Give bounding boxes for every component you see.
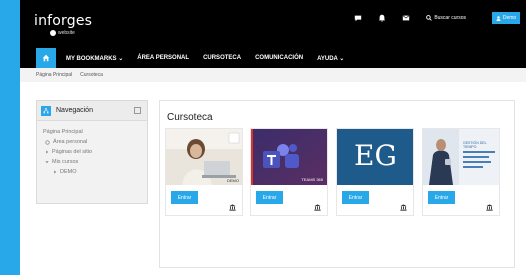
- nav-tree-home[interactable]: Página Principal: [43, 127, 141, 137]
- nav-cursoteca[interactable]: CURSOTECA: [203, 55, 241, 61]
- institution-icon: [229, 204, 236, 211]
- navigation-title: Navegación: [56, 107, 93, 114]
- enter-course-button[interactable]: Entrar: [256, 191, 283, 204]
- course-thumbnail-businessman[interactable]: GESTIÓN DEL TIEMPO: [423, 129, 499, 185]
- institution-icon: [400, 204, 407, 211]
- navigation-block-header: Navegación: [37, 101, 147, 121]
- dashboard-icon: [45, 139, 50, 145]
- course-caption: EG: [354, 139, 397, 172]
- institution-icon: [486, 204, 493, 211]
- enter-course-button[interactable]: Entrar: [428, 191, 455, 204]
- course-thumbnail-teams[interactable]: TEAMS 365: [251, 129, 327, 185]
- caret-right-icon: [54, 170, 57, 174]
- logo-mark-icon: [50, 30, 56, 36]
- site-logo[interactable]: inforges website: [34, 14, 92, 36]
- caret-right-icon: [46, 150, 49, 154]
- nav-tree-demo[interactable]: DEMO: [43, 167, 141, 177]
- navigation-tree: Página Principal Área personal Páginas d…: [37, 121, 147, 183]
- course-card: TEAMS 365 Entrar: [250, 128, 328, 216]
- course-card: GESTIÓN DEL TIEMPO Entrar: [422, 128, 500, 216]
- nav-ayuda[interactable]: AYUDA ⌄: [317, 55, 344, 62]
- nav-tree-mis-cursos[interactable]: Mis cursos: [43, 157, 141, 167]
- navigation-icon: [41, 105, 51, 116]
- top-icons: Buscar cursos: [354, 14, 466, 22]
- nav-area-personal[interactable]: ÁREA PERSONAL: [137, 55, 189, 61]
- navigation-block: Navegación Página Principal Área persona…: [36, 100, 148, 204]
- enter-course-button[interactable]: Entrar: [171, 191, 198, 204]
- collapse-icon[interactable]: [134, 107, 141, 114]
- nav-tree-paginas[interactable]: Páginas del sitio: [43, 147, 141, 157]
- course-thumbnail-woman-laptop[interactable]: DEMO: [166, 129, 242, 185]
- logo-sub: website: [58, 30, 75, 36]
- course-caption: DEMO: [227, 178, 239, 183]
- mail-icon[interactable]: [402, 14, 410, 22]
- caret-down-icon: [45, 161, 49, 164]
- top-header: inforges website Buscar cursos Demo: [20, 0, 526, 48]
- main-nav: MY BOOKMARKS ⌄ ÁREA PERSONAL CURSOTECA C…: [20, 48, 526, 68]
- course-card: EG Entrar: [336, 128, 414, 216]
- home-button[interactable]: [36, 48, 56, 68]
- nav-my-bookmarks[interactable]: MY BOOKMARKS ⌄: [66, 55, 123, 62]
- browser-page: inforges website Buscar cursos Demo MY B…: [20, 0, 526, 275]
- institution-icon: [314, 204, 321, 211]
- nav-comunicacion[interactable]: COMUNICACIÓN: [255, 55, 303, 61]
- page-title: Cursoteca: [167, 112, 213, 123]
- course-caption: TEAMS 365: [301, 177, 323, 182]
- breadcrumb-home[interactable]: Página Principal: [36, 72, 72, 78]
- logo-brand: inforges: [34, 13, 93, 29]
- breadcrumb-current[interactable]: Cursoteca: [80, 72, 103, 78]
- cursoteca-panel: Cursoteca DEMO Entrar TEAMS 365 Entrar E…: [159, 100, 515, 268]
- user-icon: [496, 15, 501, 21]
- search-icon: [426, 15, 433, 21]
- course-card: DEMO Entrar: [165, 128, 243, 216]
- bell-icon[interactable]: [378, 14, 386, 22]
- breadcrumb: Página Principal Cursoteca: [20, 68, 526, 82]
- user-menu-button[interactable]: Demo: [492, 12, 520, 24]
- enter-course-button[interactable]: Entrar: [342, 191, 369, 204]
- chat-icon[interactable]: [354, 14, 362, 22]
- search-courses-link[interactable]: Buscar cursos: [426, 15, 466, 21]
- home-icon: [42, 54, 50, 62]
- nav-tree-area-personal[interactable]: Área personal: [43, 137, 141, 147]
- sitemap-icon: [43, 107, 49, 113]
- course-thumbnail-eg[interactable]: EG: [337, 129, 413, 185]
- course-caption: GESTIÓN DEL TIEMPO: [463, 141, 487, 149]
